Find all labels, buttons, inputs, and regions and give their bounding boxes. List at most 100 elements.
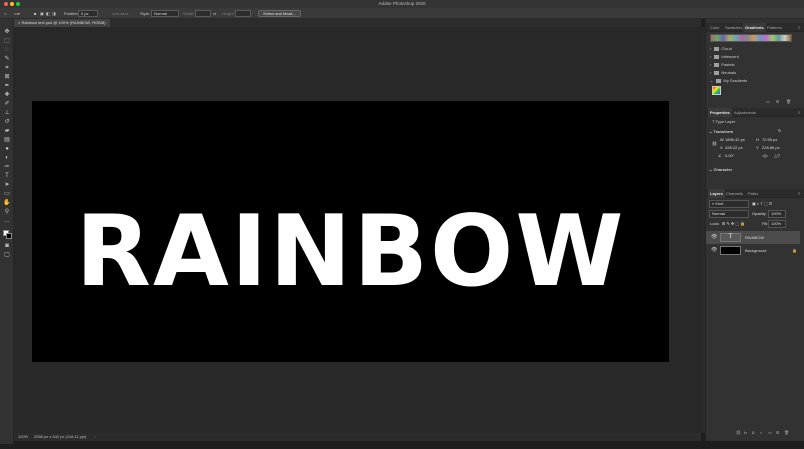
home-icon[interactable]: ⌂	[4, 10, 6, 17]
new-gradient-icon[interactable]: ⊞	[776, 99, 779, 104]
gradient-folder-neutrals[interactable]: › Neutrals	[710, 69, 802, 76]
tab-paths[interactable]: Paths	[746, 189, 760, 198]
zoom-level[interactable]: 100%	[18, 433, 28, 441]
layer-filter-select[interactable]: ⌕ Kind	[709, 200, 749, 208]
history-brush-icon[interactable]: ↺	[3, 119, 11, 126]
reset-transform-icon[interactable]: ↻	[778, 128, 781, 134]
healing-icon[interactable]: ✚	[3, 92, 11, 99]
folder-icon	[714, 47, 720, 51]
feather-input[interactable]: 0 px	[78, 10, 98, 17]
path-select-icon[interactable]: ➤	[3, 182, 11, 189]
stamp-icon[interactable]: ⊥	[3, 110, 11, 117]
visibility-eye-icon[interactable]: 👁	[711, 244, 717, 257]
flip-horizontal-icon[interactable]: ◁▷	[762, 153, 768, 159]
delete-layer-icon[interactable]: 🗑	[784, 430, 789, 435]
more-icon[interactable]: …	[3, 218, 11, 225]
transform-angle[interactable]: 0.00°	[725, 153, 734, 159]
rectangle-icon[interactable]: ▭	[3, 191, 11, 198]
new-layer-icon[interactable]: ⊞	[776, 430, 779, 435]
link-dimensions-icon[interactable]: ⛓	[712, 141, 717, 147]
eraser-icon[interactable]: ▰	[3, 128, 11, 135]
gradient-folder-cloud[interactable]: › Cloud	[710, 45, 802, 52]
tab-color[interactable]: Color	[708, 23, 722, 32]
adjustment-layer-icon[interactable]: ◐	[760, 430, 762, 435]
intersect-selection-icon[interactable]: ◨	[52, 10, 56, 17]
flip-vertical-icon[interactable]: △▽	[774, 153, 780, 159]
gradient-folder-pastels[interactable]: › Pastels	[710, 61, 802, 68]
canvas-area[interactable]: RAINBOW	[14, 27, 701, 433]
screen-mode-icon[interactable]: ▢	[3, 252, 11, 259]
select-and-mask-button[interactable]: Select and Mask...	[258, 10, 301, 17]
hand-icon[interactable]: ✋	[3, 200, 11, 207]
layer-row-rainbow[interactable]: 👁 T RAINBOW	[706, 231, 800, 244]
type-layer-thumbnail: T	[720, 233, 741, 242]
status-arrow-icon[interactable]: ›	[94, 433, 95, 441]
tab-layers[interactable]: Layers	[708, 189, 725, 198]
transform-y[interactable]: 228.86 px	[762, 145, 780, 151]
quick-mask-icon[interactable]: ◙	[3, 243, 11, 250]
delete-gradient-icon[interactable]: 🗑	[786, 99, 791, 104]
tab-swatches[interactable]: Swatches	[723, 23, 744, 32]
subtract-selection-icon[interactable]: ◧	[46, 10, 50, 17]
panel-menu-icon[interactable]: ≡	[796, 189, 802, 198]
transform-x[interactable]: 428.22 px	[725, 145, 743, 151]
blur-icon[interactable]: ●	[3, 146, 11, 153]
panel-menu-icon[interactable]: ≡	[796, 108, 802, 117]
move-icon[interactable]: ✥	[3, 29, 11, 36]
rainbow-text: RAINBOW	[75, 195, 626, 309]
tab-properties[interactable]: Properties	[708, 108, 732, 117]
marquee-tool-preset-icon[interactable]: ▭▾	[14, 10, 20, 17]
link-layers-icon[interactable]: ⛓	[736, 430, 741, 435]
crop-icon[interactable]: ⌗	[3, 65, 11, 72]
blend-mode-select[interactable]: Normal	[709, 210, 749, 218]
opacity-input[interactable]: 100%	[768, 210, 786, 218]
background-color-swatch[interactable]	[6, 233, 12, 239]
transform-section[interactable]: ⌄ Transform	[709, 129, 733, 135]
layer-name: RAINBOW	[745, 235, 765, 240]
gradient-folder-my-gradients[interactable]: ⌄ My Gradients	[710, 77, 802, 84]
new-group-icon[interactable]: ▭	[766, 99, 770, 104]
rainbow-gradient-swatch[interactable]	[712, 86, 721, 95]
dodge-icon[interactable]: ◐	[3, 155, 11, 162]
eyedropper-icon[interactable]: ✒	[3, 83, 11, 90]
tab-gradients[interactable]: Gradients	[743, 23, 766, 32]
visibility-eye-icon[interactable]: 👁	[711, 231, 717, 244]
pen-icon[interactable]: ✑	[3, 164, 11, 171]
folder-icon	[716, 79, 722, 83]
swap-icon[interactable]: ⇄	[213, 10, 216, 17]
brush-icon[interactable]: ✐	[3, 101, 11, 108]
tab-patterns[interactable]: Patterns	[765, 23, 784, 32]
width-input[interactable]	[195, 10, 211, 17]
tab-adjustments[interactable]: Adjustments	[732, 108, 758, 117]
style-select[interactable]: Normal	[151, 10, 179, 17]
document-canvas[interactable]: RAINBOW	[32, 101, 669, 362]
gradients-panel-tabs: Color Swatches Gradients Patterns ≡	[706, 23, 804, 32]
add-mask-icon[interactable]: ◘	[752, 430, 754, 435]
transform-height[interactable]: 72.55 px	[762, 137, 777, 143]
quick-select-icon[interactable]: ✎	[3, 56, 11, 63]
gradient-icon[interactable]: ▤	[3, 137, 11, 144]
gradient-folder-iridescent[interactable]: › Iridescent	[710, 53, 802, 60]
type-icon[interactable]: T	[3, 173, 11, 180]
new-group-icon[interactable]: ▭	[768, 430, 772, 435]
character-section[interactable]: ⌄ Character	[709, 167, 732, 173]
frame-icon[interactable]: ⊠	[3, 74, 11, 81]
recent-gradients-strip[interactable]	[710, 34, 792, 42]
tab-channels[interactable]: Channels	[724, 189, 745, 198]
height-input[interactable]	[235, 10, 251, 17]
layer-row-background[interactable]: 👁 Background 🔒	[706, 244, 800, 257]
lasso-icon[interactable]: ◌	[3, 47, 11, 54]
panel-menu-icon[interactable]: ≡	[796, 23, 802, 32]
fill-input[interactable]: 100%	[768, 220, 786, 228]
lock-icons[interactable]: ⊞ ✎ ✥ ⬚ 🔒	[722, 221, 745, 227]
transform-width[interactable]: 1896.42 px	[725, 137, 745, 143]
antialias-checkbox[interactable]: Anti-alias	[112, 10, 128, 17]
layer-style-icon[interactable]: fx	[744, 430, 747, 435]
zoom-icon[interactable]: ⚲	[3, 209, 11, 216]
add-selection-icon[interactable]: ▣	[40, 10, 44, 17]
document-tab[interactable]: × Rainbow text.psd @ 100% (RAINBOW, RGB/…	[14, 19, 110, 27]
y-value-icon: Y	[756, 145, 759, 150]
new-selection-icon[interactable]: ■	[34, 10, 36, 17]
marquee-icon[interactable]: ⬚	[3, 38, 11, 45]
filter-icons[interactable]: ▣ ◐ T ⬚ ⊡	[752, 201, 772, 207]
